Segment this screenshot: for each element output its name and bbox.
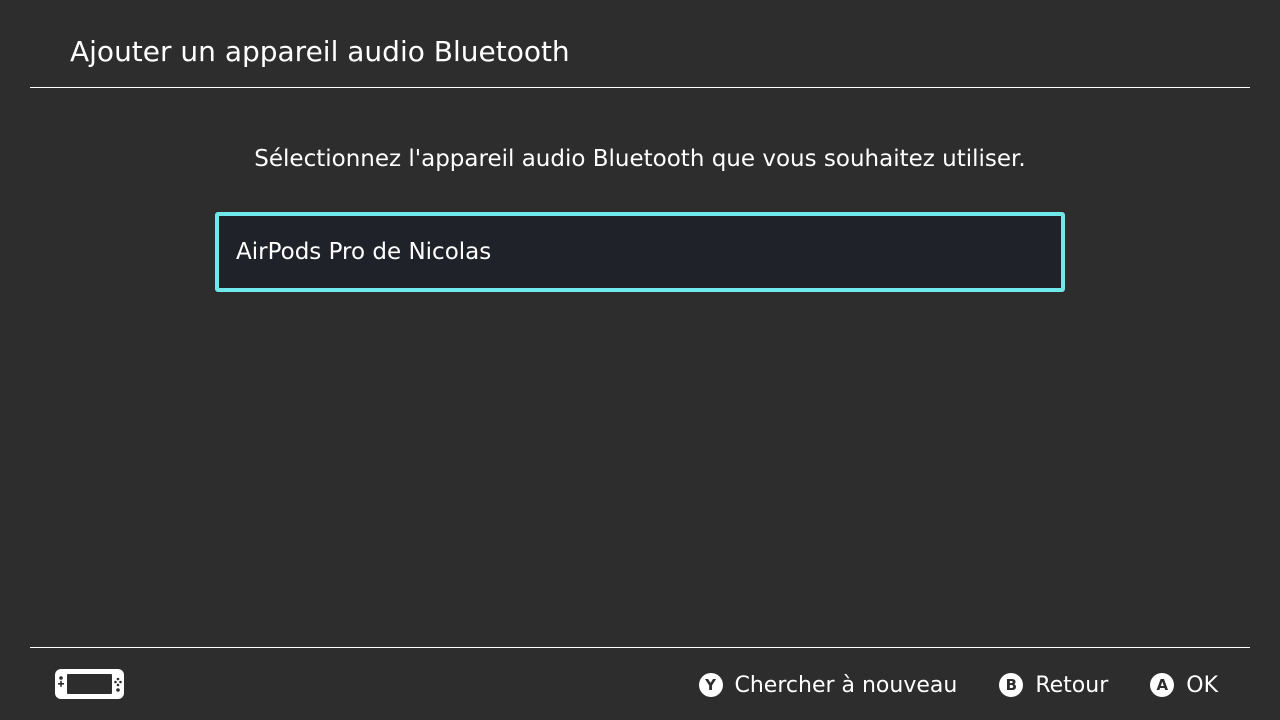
y-button-icon: Y: [698, 673, 723, 697]
back-button[interactable]: B Retour: [999, 673, 1108, 698]
device-name: AirPods Pro de Nicolas: [236, 239, 492, 265]
a-button-icon: A: [1150, 673, 1175, 697]
footer-actions: Y Chercher à nouveau B Retour A OK: [698, 666, 1218, 704]
header-divider: [30, 87, 1250, 88]
ok-label: OK: [1186, 672, 1218, 698]
handheld-console-icon: [55, 669, 124, 699]
search-again-button[interactable]: Y Chercher à nouveau: [698, 672, 958, 698]
page-title: Ajouter un appareil audio Bluetooth: [70, 35, 570, 68]
device-item-selected[interactable]: AirPods Pro de Nicolas: [215, 212, 1065, 292]
device-list: AirPods Pro de Nicolas: [215, 212, 1065, 292]
instruction-text: Sélectionnez l'appareil audio Bluetooth …: [254, 146, 1026, 172]
back-label: Retour: [1035, 672, 1109, 698]
search-again-label: Chercher à nouveau: [734, 672, 958, 698]
footer-divider: [30, 647, 1250, 648]
ok-button[interactable]: A OK: [1150, 673, 1218, 698]
b-button-icon: B: [999, 673, 1024, 697]
